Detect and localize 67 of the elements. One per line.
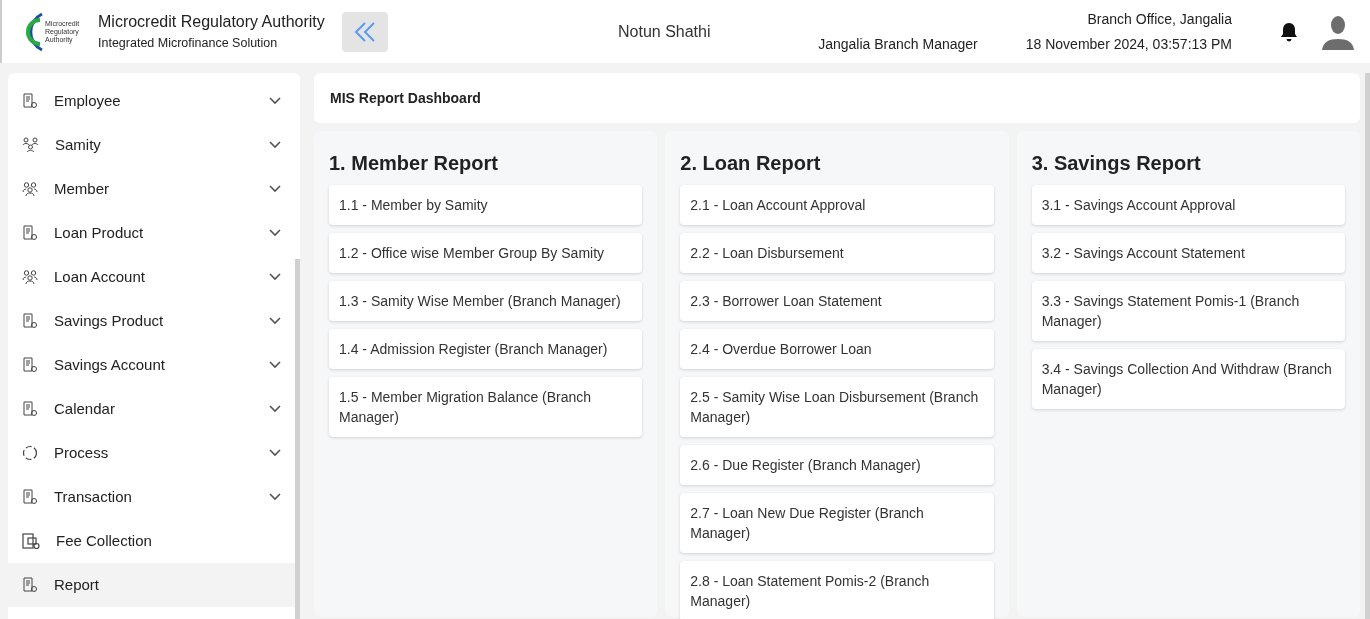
chevron-down-icon — [269, 97, 281, 105]
report-link[interactable]: 2.2 - Loan Disbursement — [680, 233, 994, 273]
user-role: Jangalia Branch Manager — [818, 35, 978, 54]
report-link[interactable]: 2.3 - Borrower Loan Statement — [680, 281, 994, 321]
sidebar-item[interactable]: Member — [8, 167, 295, 211]
chevron-down-icon — [269, 229, 281, 237]
chevron-down-icon — [269, 273, 281, 281]
double-chevron-left-icon — [352, 20, 378, 43]
report-link[interactable]: 1.4 - Admission Register (Branch Manager) — [329, 329, 643, 369]
chevron-down-icon — [269, 405, 281, 413]
document-icon — [22, 357, 38, 373]
sidebar-item[interactable]: Employee — [8, 79, 295, 123]
report-link[interactable]: 2.4 - Overdue Borrower Loan — [680, 329, 994, 369]
document-icon — [22, 489, 38, 505]
report-section-title: 3. Savings Report — [1031, 151, 1202, 175]
chevron-down-icon — [269, 141, 281, 149]
sidebar-item[interactable]: Loan Account — [8, 255, 295, 299]
sidebar-item[interactable]: Fee Collection — [8, 519, 295, 563]
org-subtitle: Integrated Microfinance Solution — [98, 35, 279, 53]
report-section-title: 2. Loan Report — [680, 151, 822, 175]
sidebar-item[interactable]: Report — [8, 563, 295, 607]
people-icon — [22, 181, 38, 197]
report-section-title: 1. Member Report — [329, 151, 499, 175]
report-link[interactable]: 3.3 - Savings Statement Pomis-1 (Branch Manager) — [1031, 281, 1345, 341]
sidebar-item[interactable]: Savings Account — [8, 343, 295, 387]
chevron-down-icon — [269, 449, 281, 457]
report-link[interactable]: 3.4 - Savings Collection And Withdraw (Branch Manager) — [1031, 349, 1345, 409]
app-name: Notun Shathi — [618, 21, 711, 42]
chevron-down-icon — [269, 185, 281, 193]
collapse-sidebar-button[interactable] — [342, 11, 388, 52]
office-name: Branch Office, Jangalia — [1086, 9, 1232, 29]
document-icon — [22, 313, 38, 329]
sidebar-item[interactable]: Calendar — [8, 387, 295, 431]
chevron-down-icon — [269, 361, 281, 369]
group-icon — [22, 137, 39, 153]
sidebar-item[interactable]: Loan Product — [8, 211, 295, 255]
document-icon — [22, 225, 38, 241]
sidebar-item[interactable]: Samity — [8, 123, 295, 167]
report-link[interactable]: 2.7 - Loan New Due Register (Branch Manager) — [680, 493, 994, 553]
report-link[interactable]: 2.5 - Samity Wise Loan Disbursement (Branch Manager) — [680, 377, 994, 437]
report-link[interactable]: 2.6 - Due Register (Branch Manager) — [680, 445, 994, 485]
chevron-down-icon — [269, 493, 281, 501]
sidebar-item[interactable]: Transaction — [8, 475, 295, 519]
refresh-icon — [22, 445, 38, 461]
sidebar-item[interactable]: Process — [8, 431, 295, 475]
org-title: Microcredit Regulatory Authority — [98, 12, 326, 33]
report-link[interactable]: 1.3 - Samity Wise Member (Branch Manager) — [329, 281, 643, 321]
report-link[interactable]: 3.1 - Savings Account Approval — [1031, 185, 1345, 225]
report-link[interactable]: 1.1 - Member by Samity — [329, 185, 643, 225]
sidebar-item[interactable]: Savings Product — [8, 299, 295, 343]
devices-icon — [22, 532, 40, 550]
report-link[interactable]: 1.5 - Member Migration Balance (Branch Manager) — [329, 377, 643, 437]
report-link[interactable]: 2.8 - Loan Statement Pomis-2 (Branch Manager) — [680, 561, 994, 619]
people-icon — [22, 269, 38, 285]
document-icon — [22, 401, 38, 417]
report-link[interactable]: 2.1 - Loan Account Approval — [680, 185, 994, 225]
document-icon — [22, 577, 38, 593]
notification-bell-icon[interactable] — [1280, 21, 1298, 42]
report-link[interactable]: 3.2 - Savings Account Statement — [1031, 233, 1345, 273]
scrollbar[interactable] — [295, 259, 300, 619]
scrollbar[interactable] — [1365, 73, 1370, 619]
date-time: 18 November 2024, 03:57:13 PM — [1025, 34, 1232, 54]
user-avatar-icon[interactable] — [1322, 13, 1354, 50]
dashboard-title: MIS Report Dashboard — [314, 73, 1360, 123]
chevron-down-icon — [269, 317, 281, 325]
report-link[interactable]: 1.2 - Office wise Member Group By Samity — [329, 233, 643, 273]
document-icon — [22, 93, 38, 109]
